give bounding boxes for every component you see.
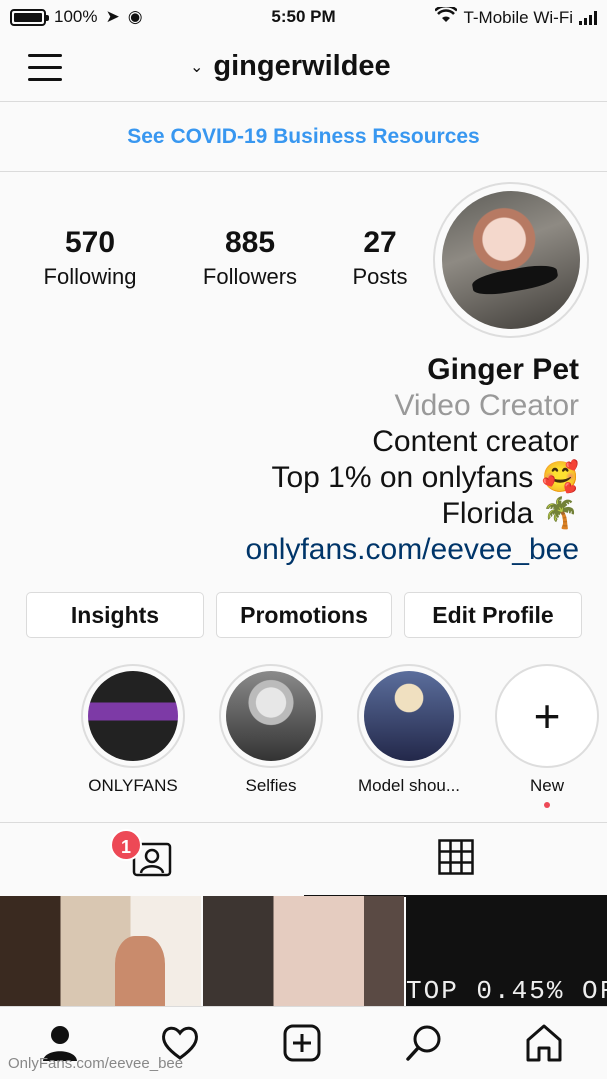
- bio-line: Florida 🌴: [441, 497, 579, 530]
- highlight-cover: [226, 671, 316, 761]
- posts-count: 27: [363, 226, 397, 259]
- post-overlay-text: TOP 0.45% OF A: [406, 976, 607, 1006]
- carrier-name: T-Mobile Wi-Fi: [463, 7, 573, 27]
- edit-profile-button[interactable]: Edit Profile: [404, 592, 582, 638]
- display-name: Ginger Pet: [427, 353, 579, 386]
- insights-button[interactable]: Insights: [26, 592, 204, 638]
- tab-tagged[interactable]: 1: [0, 823, 303, 897]
- tab-grid[interactable]: [304, 823, 607, 897]
- bio-link[interactable]: onlyfans.com/eevee_bee: [245, 532, 579, 568]
- category-label: Video Creator: [394, 389, 579, 422]
- following-count: 570: [64, 226, 116, 259]
- menu-icon[interactable]: [28, 54, 62, 82]
- followers-label: Followers: [202, 264, 298, 289]
- username: gingerwildee: [213, 50, 391, 82]
- followers-count: 885: [224, 226, 276, 259]
- following-stat[interactable]: 570 Following: [30, 226, 150, 290]
- highlight-label: Model shou...: [357, 776, 461, 795]
- post-thumbnail[interactable]: [0, 896, 201, 1006]
- highlight-selfies[interactable]: Selfies: [218, 664, 324, 808]
- following-label: Following: [43, 264, 137, 289]
- followers-stat[interactable]: 885 Followers: [190, 226, 310, 290]
- profile-tabs: 1: [0, 822, 607, 897]
- home-icon[interactable]: [524, 1023, 568, 1067]
- watermark: OnlyFans.com/eevee_bee: [8, 1055, 184, 1072]
- profile-bio: Ginger Pet Video Creator Content creator…: [245, 352, 579, 568]
- wifi-icon: [434, 4, 459, 28]
- bottom-nav: OnlyFans.com/eevee_bee: [0, 1006, 607, 1079]
- bio-line: Top 1% on onlyfans 🥰: [271, 461, 579, 494]
- plus-icon: +: [533, 690, 561, 742]
- chevron-down-icon: ⌄: [190, 58, 204, 76]
- highlight-onlyfans[interactable]: ONLYFANS: [80, 664, 186, 808]
- highlight-cover: [88, 671, 178, 761]
- highlight-label: New: [529, 776, 564, 795]
- signal-icon: [579, 10, 597, 25]
- bio-line: Content creator: [372, 425, 579, 458]
- tagged-badge: 1: [110, 829, 142, 861]
- highlight-label: Selfies: [245, 776, 297, 795]
- post-thumbnail[interactable]: TOP 0.45% OF A: [406, 896, 607, 1006]
- promotions-button[interactable]: Promotions: [216, 592, 392, 638]
- profile-actions: Insights Promotions Edit Profile: [26, 592, 582, 638]
- account-switcher[interactable]: ⌄ gingerwildee: [190, 50, 391, 83]
- new-post-icon[interactable]: [282, 1023, 326, 1067]
- avatar-photo: [442, 191, 580, 329]
- status-bar: 100% ➤ ◉ 5:50 PM T-Mobile Wi-Fi: [0, 0, 607, 34]
- covid-resources-link[interactable]: See COVID-19 Business Resources: [0, 102, 607, 172]
- grid-icon: [437, 838, 474, 880]
- photo-grid: TOP 0.45% OF A: [0, 896, 607, 1006]
- search-icon[interactable]: [404, 1023, 448, 1067]
- posts-stat[interactable]: 27 Posts: [335, 226, 425, 290]
- new-indicator-dot: [544, 802, 550, 808]
- highlight-label: ONLYFANS: [88, 776, 178, 795]
- profile-header: ⌄ gingerwildee: [0, 34, 607, 102]
- new-highlight-button[interactable]: + New: [494, 664, 600, 808]
- highlight-cover: [364, 671, 454, 761]
- profile-stats: 570 Following 885 Followers 27 Posts: [30, 226, 425, 290]
- highlight-model-shoots[interactable]: Model shou...: [356, 664, 462, 808]
- posts-label: Posts: [352, 264, 408, 289]
- story-highlights: ONLYFANS Selfies Model shou... + New: [80, 664, 600, 808]
- post-thumbnail[interactable]: [203, 896, 404, 1006]
- status-right: T-Mobile Wi-Fi: [434, 4, 597, 28]
- avatar[interactable]: [433, 182, 589, 338]
